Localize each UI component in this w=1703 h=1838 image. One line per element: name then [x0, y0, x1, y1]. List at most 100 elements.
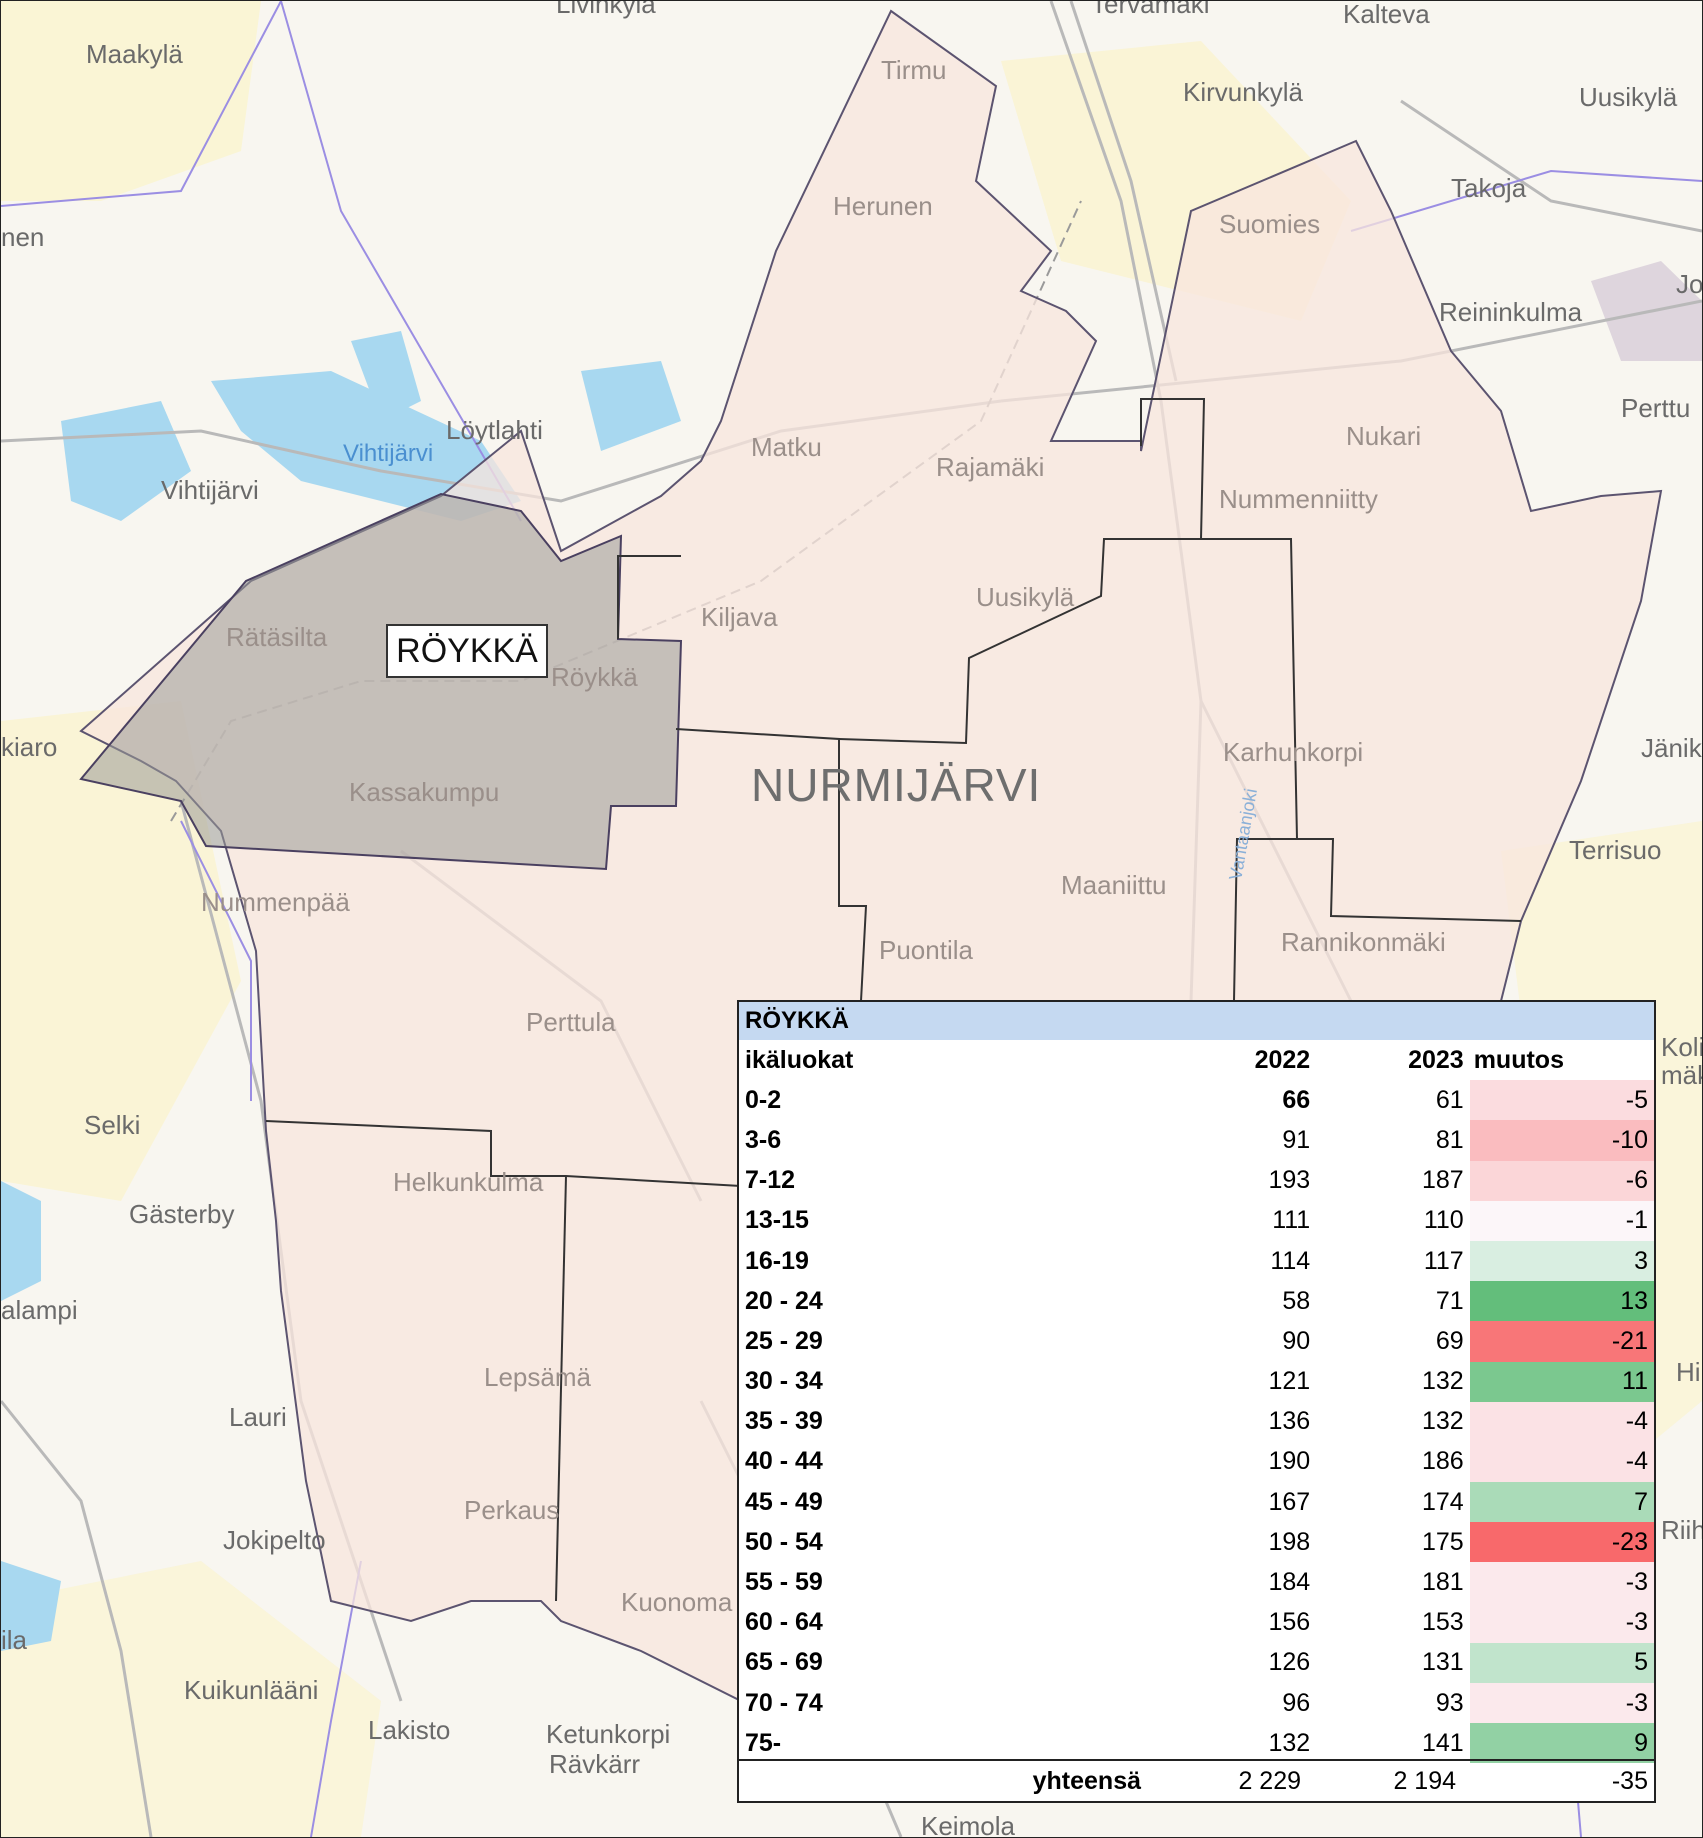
place-label: Koli	[1661, 1032, 1702, 1062]
total-2023: 2 194	[1393, 1766, 1456, 1795]
table-row: 45 - 49 167 174 7	[739, 1482, 1654, 1523]
place-label: Puontila	[879, 935, 973, 965]
place-label: Selki	[84, 1110, 140, 1140]
value-2022: 184	[1268, 1568, 1311, 1597]
table-row: 0-2 66 61 -5	[739, 1080, 1654, 1121]
value-2023: 181	[1422, 1568, 1464, 1597]
place-label: Perttula	[526, 1007, 616, 1037]
total-change: -35	[1611, 1766, 1648, 1795]
header-change: muutos	[1473, 1045, 1564, 1074]
value-change: -3	[1469, 1602, 1654, 1643]
age-group-label: 65 - 69	[745, 1648, 823, 1677]
value-2023: 61	[1435, 1085, 1464, 1114]
value-2023: 117	[1423, 1246, 1464, 1275]
value-change: -21	[1469, 1321, 1654, 1362]
value-2022: 58	[1282, 1286, 1311, 1315]
value-2023: 175	[1422, 1527, 1464, 1556]
value-change: -4	[1469, 1401, 1654, 1442]
age-group-label: 50 - 54	[745, 1527, 823, 1556]
total-label: yhteensä	[1032, 1766, 1141, 1795]
value-2023: 132	[1422, 1367, 1464, 1396]
place-label: Lauri	[229, 1402, 287, 1432]
place-label: Hi	[1676, 1357, 1701, 1387]
table-row: 55 - 59 184 181 -3	[739, 1562, 1654, 1603]
place-label: Suomies	[1219, 209, 1320, 239]
value-2023: 141	[1422, 1728, 1464, 1757]
table-row: 75- 132 141 9	[739, 1723, 1654, 1764]
age-group-label: 40 - 44	[745, 1447, 823, 1476]
place-label: Perttu	[1621, 393, 1690, 423]
place-label: Kirvunkylä	[1183, 77, 1303, 107]
table-row: 20 - 24 58 71 13	[739, 1281, 1654, 1322]
lake-label: Vihtijärvi	[343, 440, 433, 467]
age-group-label: 16-19	[745, 1246, 809, 1275]
value-2022: 136	[1268, 1407, 1311, 1436]
place-label: Rajamäki	[936, 452, 1044, 482]
value-change: 5	[1469, 1642, 1654, 1683]
table-body: 0-2 66 61 -5 3-6 91 81 -10 7-12 193 187 -6 13-15 111 1…	[739, 1080, 1654, 1764]
place-label: Karhunkorpi	[1223, 737, 1363, 767]
table-row: 16-19 114 117 3	[739, 1240, 1654, 1282]
place-label: Maakylä	[86, 39, 183, 69]
value-change: -5	[1469, 1080, 1654, 1121]
value-2023: 186	[1422, 1447, 1464, 1476]
table-row: 7-12 193 187 -6	[739, 1160, 1654, 1201]
place-label: Tervamäki	[1091, 1, 1209, 19]
place-label: Ketunkorpi	[546, 1719, 670, 1749]
value-2022: 96	[1282, 1688, 1311, 1717]
place-label: Uusikylä	[976, 582, 1075, 612]
place-label: Maaniittu	[1061, 870, 1167, 900]
place-label: alampi	[1, 1295, 78, 1325]
value-change: -4	[1469, 1441, 1654, 1483]
place-label: Herunen	[833, 191, 933, 221]
place-label: Vihtijärvi	[161, 475, 259, 505]
table-row: 35 - 39 136 132 -4	[739, 1401, 1654, 1442]
place-label: Löytlahti	[446, 415, 543, 445]
table-row: 25 - 29 90 69 -21	[739, 1321, 1654, 1362]
value-change: 11	[1469, 1361, 1654, 1402]
value-2023: 81	[1435, 1125, 1464, 1154]
age-group-label: 13-15	[745, 1206, 809, 1235]
place-label: Röykkä	[551, 662, 638, 692]
place-label: ila	[1, 1625, 28, 1655]
place-label: Rannikonmäki	[1281, 927, 1446, 957]
place-label: Nukari	[1346, 421, 1421, 451]
place-label: Nummenniitty	[1219, 484, 1378, 514]
place-label: Lepsämä	[484, 1362, 591, 1392]
place-label: Kassakumpu	[349, 777, 499, 807]
value-2022: 91	[1282, 1125, 1311, 1154]
place-label: Rätäsilta	[226, 622, 328, 652]
value-2022: 121	[1268, 1367, 1311, 1396]
value-2022: 193	[1268, 1166, 1311, 1195]
value-change: -3	[1469, 1683, 1654, 1724]
place-label: Reininkulma	[1439, 297, 1583, 327]
table-row: 13-15 111 110 -1	[739, 1200, 1654, 1241]
place-label: Nummenpää	[201, 887, 350, 917]
highlight-area-label: RÖYKKÄ	[386, 624, 548, 678]
value-2023: 71	[1435, 1286, 1464, 1315]
age-group-label: 70 - 74	[745, 1688, 823, 1717]
value-change: 13	[1469, 1281, 1654, 1322]
place-label: Matku	[751, 432, 822, 462]
age-group-label: 55 - 59	[745, 1568, 823, 1597]
place-label: Terrisuo	[1569, 835, 1661, 865]
value-2023: 93	[1435, 1688, 1464, 1717]
municipality-label: NURMIJÄRVI	[751, 759, 1041, 811]
place-label: Kalteva	[1343, 1, 1430, 29]
place-label: Lakisto	[368, 1715, 450, 1745]
header-2023: 2023	[1408, 1045, 1464, 1074]
place-label: Takoja	[1451, 173, 1527, 203]
value-2023: 69	[1435, 1326, 1464, 1355]
table-row: 65 - 69 126 131 5	[739, 1642, 1654, 1683]
value-2022: 126	[1268, 1648, 1311, 1677]
place-label: Kiljava	[701, 602, 778, 632]
value-change: -6	[1469, 1160, 1654, 1201]
age-group-label: 35 - 39	[745, 1407, 823, 1436]
value-change: 9	[1469, 1723, 1654, 1764]
age-group-label: 25 - 29	[745, 1326, 823, 1355]
value-2023: 131	[1422, 1648, 1464, 1677]
place-label: Keimola	[921, 1811, 1015, 1837]
value-2022: 90	[1282, 1326, 1311, 1355]
total-2022: 2 229	[1238, 1766, 1301, 1795]
value-2022: 132	[1268, 1728, 1311, 1757]
